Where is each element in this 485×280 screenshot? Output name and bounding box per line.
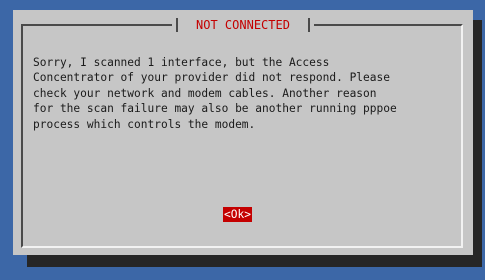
dialog-message: Sorry, I scanned 1 interface, but the Ac… [33,56,397,131]
ok-button[interactable]: <Ok> [223,207,252,222]
dialog-title-area: NOT CONNECTED [13,16,473,33]
terminal-screen: NOT CONNECTED Sorry, I scanned 1 interfa… [0,0,485,280]
error-dialog: NOT CONNECTED Sorry, I scanned 1 interfa… [13,10,473,255]
dialog-title-box: NOT CONNECTED [172,16,314,33]
title-right-bar [307,17,310,32]
title-left-bar [176,17,179,32]
dialog-title: NOT CONNECTED [196,17,290,32]
